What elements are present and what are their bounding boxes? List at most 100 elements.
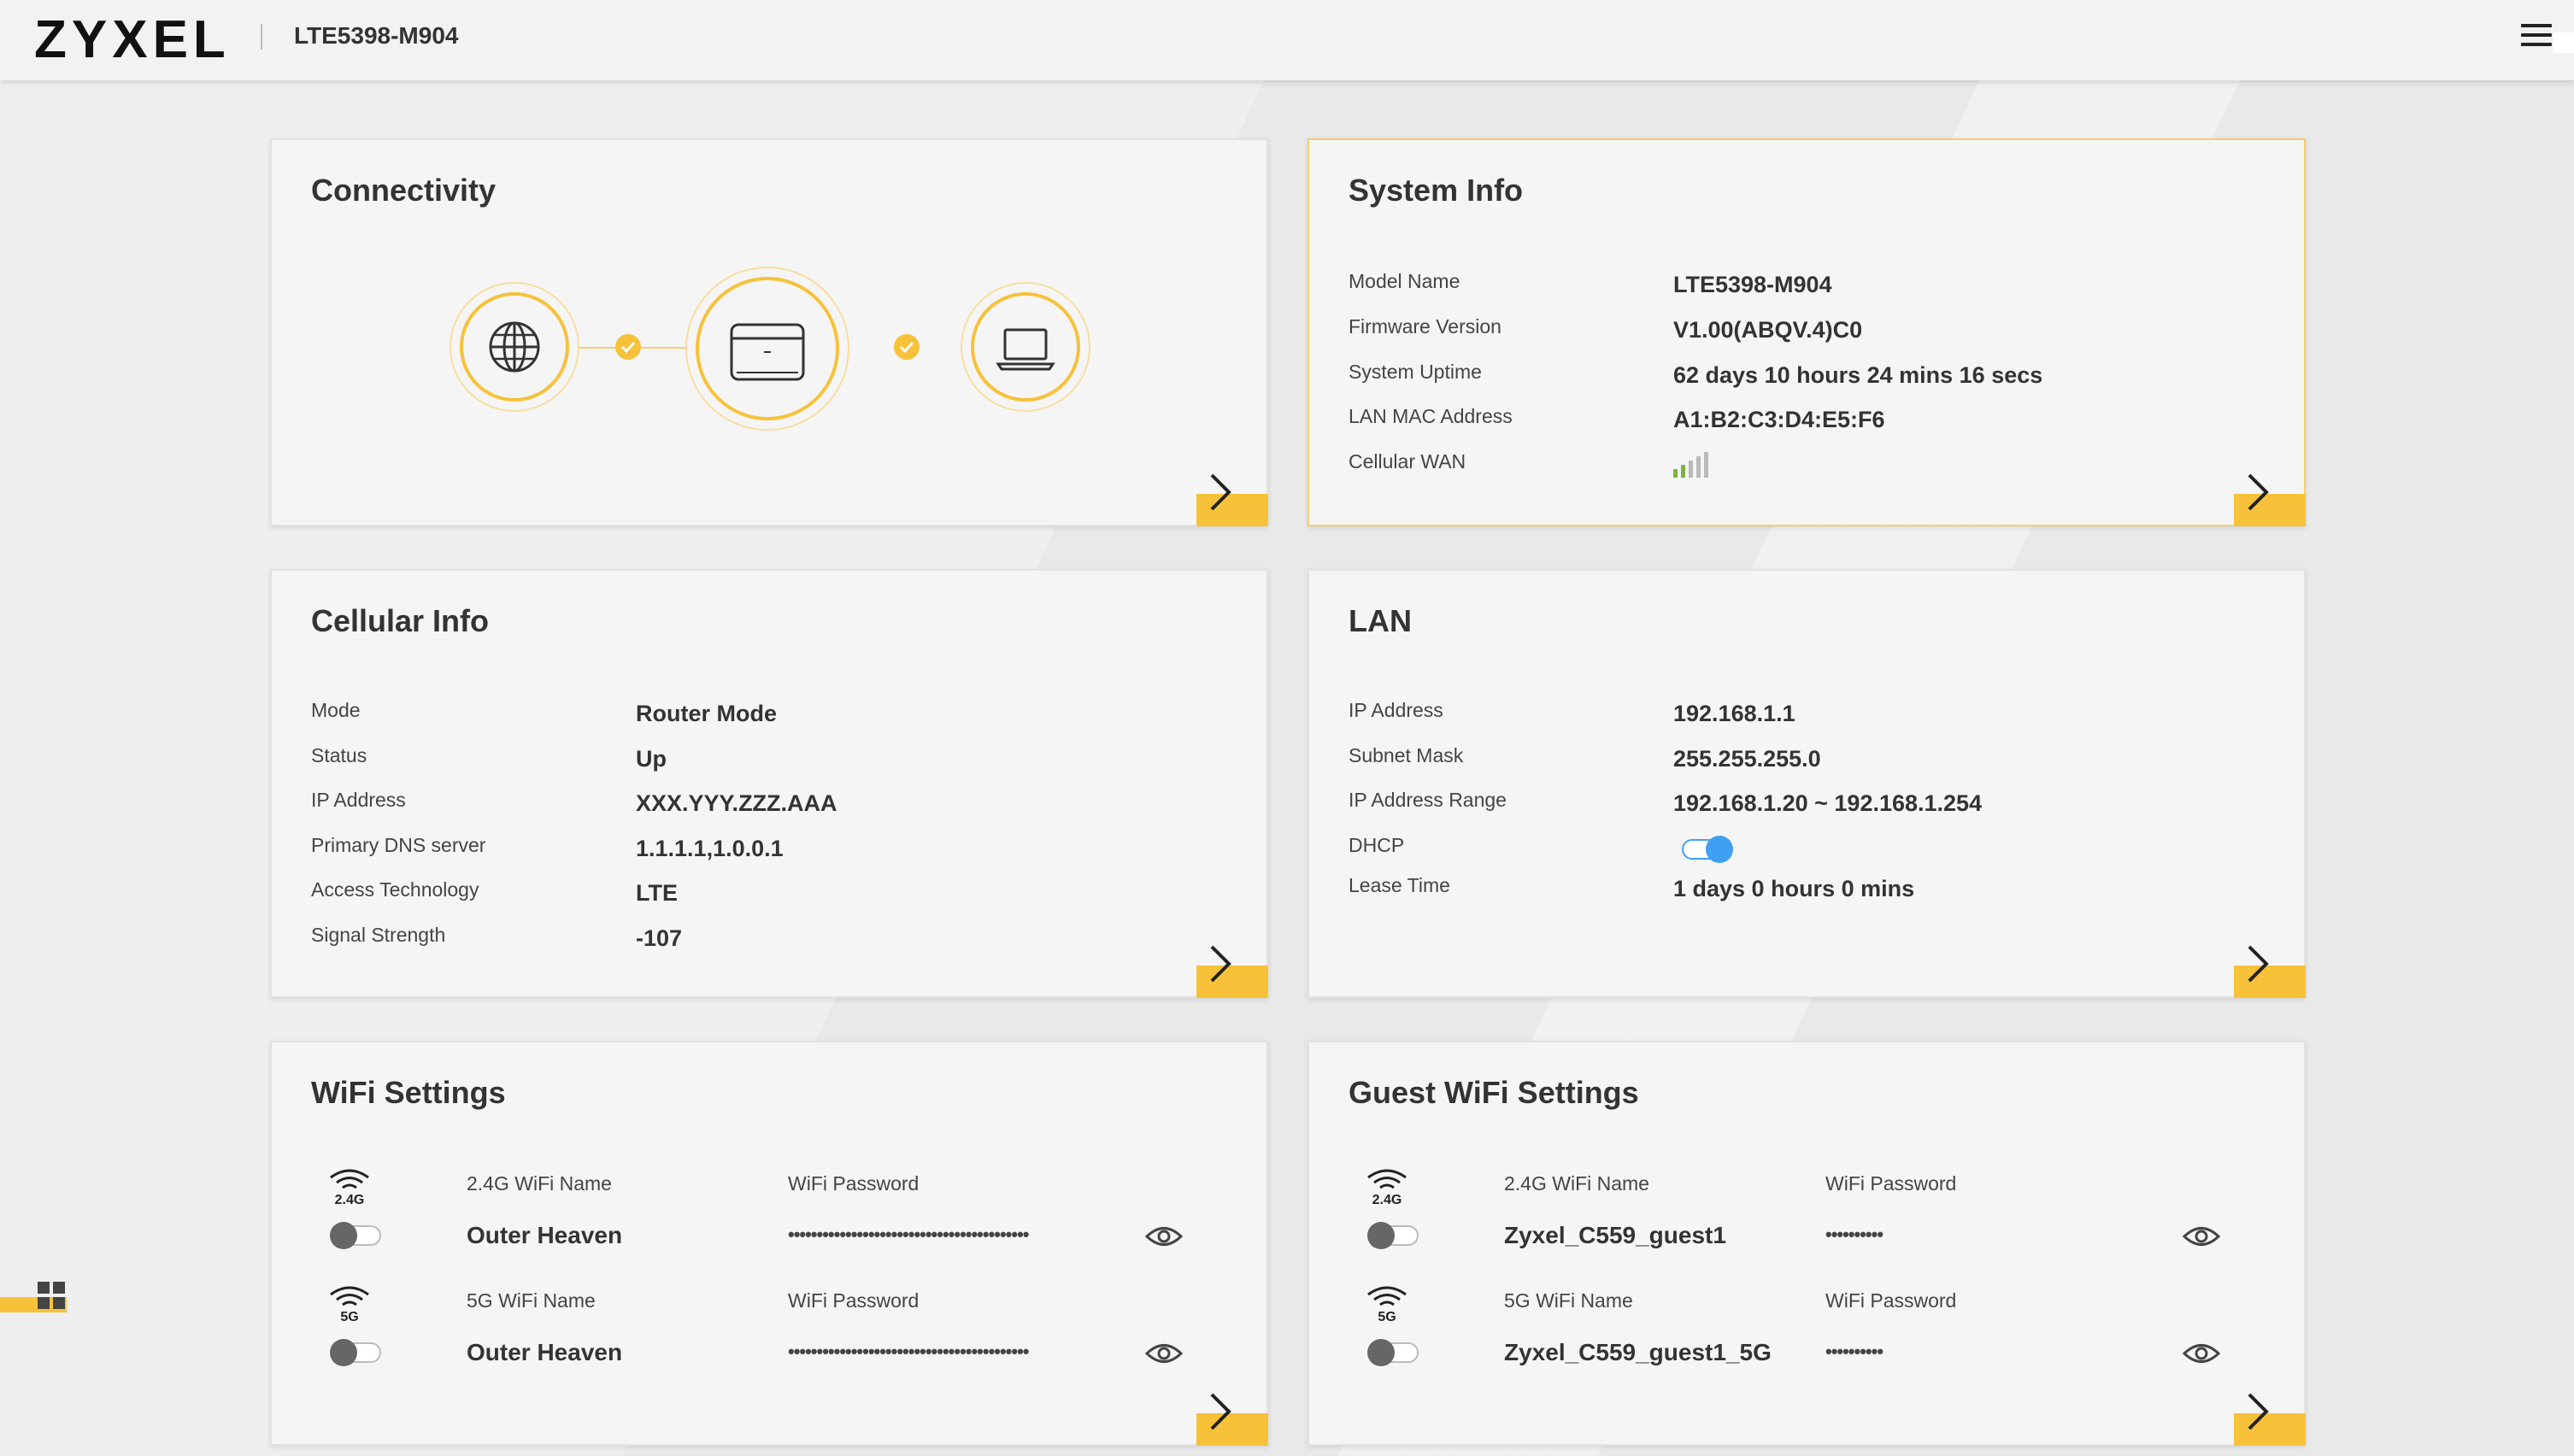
info-value: 1.1.1.1,1.0.0.1: [636, 836, 784, 861]
menu-edge-tab: [2553, 32, 2574, 53]
grid-layout-icon[interactable]: [38, 1282, 65, 1309]
card-title: Cellular Info: [311, 603, 490, 638]
cellular-info-more-button[interactable]: [1196, 945, 1268, 998]
info-label: IP Address Range: [1349, 789, 1507, 811]
info-label: System Uptime: [1349, 361, 1482, 383]
band-label: 2.4G: [334, 1193, 365, 1207]
info-row: Signal Strength -107: [311, 924, 1234, 958]
wifi-password-label: WiFi Password: [788, 1172, 920, 1195]
show-password-eye-icon[interactable]: [1145, 1224, 1183, 1249]
info-label: Cellular WAN: [1349, 450, 1466, 473]
wifi-settings-more-button[interactable]: [1196, 1393, 1268, 1446]
info-row: Primary DNS server 1.1.1.1,1.0.0.1: [311, 834, 1234, 868]
info-label: Mode: [311, 699, 361, 721]
info-row: Firmware Version V1.00(ABQV.4)C0: [1349, 315, 2271, 349]
wifi-password-value: ••••••••••••••••••••••••••••••••••••••••…: [788, 1341, 1029, 1362]
wifi-name-value: Zyxel_C559_guest1_5G: [1504, 1339, 1772, 1365]
info-label: Model Name: [1349, 270, 1460, 292]
info-label: LAN MAC Address: [1349, 405, 1513, 427]
card-title: LAN: [1349, 603, 1412, 638]
wifi-name-value: Outer Heaven: [467, 1222, 623, 1248]
info-label: Subnet Mask: [1349, 744, 1464, 766]
header-divider: [261, 24, 262, 50]
info-label: Status: [311, 744, 367, 766]
info-label: Firmware Version: [1349, 315, 1502, 338]
info-value: LTE5398-M904: [1673, 272, 1832, 297]
info-value: Up: [636, 746, 667, 772]
show-password-eye-icon[interactable]: [2183, 1341, 2220, 1366]
zyxel-logo[interactable]: ZYXEL: [34, 10, 231, 70]
info-row: IP Address XXX.YYY.ZZZ.AAA: [311, 789, 1234, 823]
info-label: DHCP: [1349, 834, 1405, 856]
hamburger-menu-icon[interactable]: [2521, 24, 2552, 51]
check-icon: [894, 334, 920, 360]
info-row: System Uptime 62 days 10 hours 24 mins 1…: [1349, 361, 2271, 395]
device-model-title: LTE5398-M904: [294, 22, 459, 49]
info-row: Subnet Mask 255.255.255.0: [1349, 744, 2271, 778]
chevron-right-icon: [1210, 945, 1231, 983]
show-password-eye-icon[interactable]: [1145, 1341, 1183, 1366]
connectivity-card: Connectivity: [270, 138, 1268, 526]
wifi-settings-card: WiFi Settings 2.4G 2.4G WiFi Name Outer …: [270, 1041, 1268, 1446]
wifi-password-label: WiFi Password: [1825, 1289, 1957, 1312]
info-value: A1:B2:C3:D4:E5:F6: [1673, 407, 1885, 432]
show-password-eye-icon[interactable]: [2183, 1224, 2220, 1249]
card-title: WiFi Settings: [311, 1075, 506, 1110]
info-label: IP Address: [311, 789, 406, 811]
wifi-password-value: ••••••••••: [1825, 1341, 1883, 1362]
card-title: Connectivity: [311, 173, 497, 208]
wifi-name-label: 2.4G WiFi Name: [467, 1172, 612, 1195]
chevron-right-icon: [2248, 473, 2269, 511]
cellular-info-card: Cellular Info Mode Router Mode Status Up…: [270, 569, 1268, 998]
guest-wifi-24g-toggle[interactable]: [1367, 1222, 1419, 1249]
info-value: -107: [636, 925, 683, 951]
info-value: 192.168.1.20 ~ 192.168.1.254: [1673, 790, 1983, 816]
info-value: LTE: [636, 880, 678, 906]
wifi-name-label: 5G WiFi Name: [467, 1289, 596, 1312]
system-info-more-button[interactable]: [2234, 473, 2306, 526]
info-row: Mode Router Mode: [311, 699, 1234, 733]
system-info-card: System Info Model Name LTE5398-M904 Firm…: [1308, 138, 2306, 526]
signal-strength-icon: [1673, 452, 1708, 478]
connectivity-more-button[interactable]: [1196, 473, 1268, 526]
info-row: LAN MAC Address A1:B2:C3:D4:E5:F6: [1349, 405, 2271, 439]
info-row: IP Address 192.168.1.1: [1349, 699, 2271, 733]
wifi-icon: [330, 1286, 369, 1306]
info-value: V1.00(ABQV.4)C0: [1673, 317, 1863, 343]
info-value: 62 days 10 hours 24 mins 16 secs: [1673, 362, 2043, 388]
band-label: 5G: [340, 1310, 359, 1324]
info-row: Access Technology LTE: [311, 878, 1234, 913]
globe-icon: [489, 321, 540, 373]
info-value: 1 days 0 hours 0 mins: [1673, 876, 1915, 901]
internet-node: [460, 292, 569, 402]
wifi-password-label: WiFi Password: [788, 1289, 920, 1312]
guest-wifi-5g-toggle[interactable]: [1367, 1339, 1419, 1366]
guest-wifi-more-button[interactable]: [2234, 1393, 2306, 1446]
dhcp-toggle[interactable]: [1682, 836, 1733, 863]
info-row: DHCP: [1349, 834, 2271, 868]
laptop-icon: [996, 328, 1055, 371]
chevron-right-icon: [2248, 1393, 2269, 1430]
wifi-5g-toggle[interactable]: [330, 1339, 381, 1366]
info-label: Signal Strength: [311, 924, 446, 946]
client-node: [971, 292, 1080, 402]
lan-more-button[interactable]: [2234, 945, 2306, 998]
wifi-name-label: 5G WiFi Name: [1504, 1289, 1633, 1312]
wifi-icon: [330, 1169, 369, 1189]
wifi-name-label: 2.4G WiFi Name: [1504, 1172, 1649, 1195]
card-title: Guest WiFi Settings: [1349, 1075, 1639, 1110]
chevron-right-icon: [1210, 1393, 1231, 1430]
wifi-name-value: Outer Heaven: [467, 1339, 623, 1365]
info-value: XXX.YYY.ZZZ.AAA: [636, 790, 837, 816]
check-icon: [615, 334, 641, 360]
wifi-icon: [1367, 1286, 1407, 1306]
router-icon: [730, 323, 805, 381]
wifi-24g-toggle[interactable]: [330, 1222, 381, 1249]
wifi-name-value: Zyxel_C559_guest1: [1504, 1222, 1726, 1248]
info-row: Status Up: [311, 744, 1234, 778]
info-label: Access Technology: [311, 878, 479, 901]
lan-card: LAN IP Address 192.168.1.1 Subnet Mask 2…: [1308, 569, 2306, 998]
router-node: [696, 277, 839, 420]
info-label: Primary DNS server: [311, 834, 486, 856]
top-bar: ZYXEL LTE5398-M904: [0, 0, 2574, 80]
